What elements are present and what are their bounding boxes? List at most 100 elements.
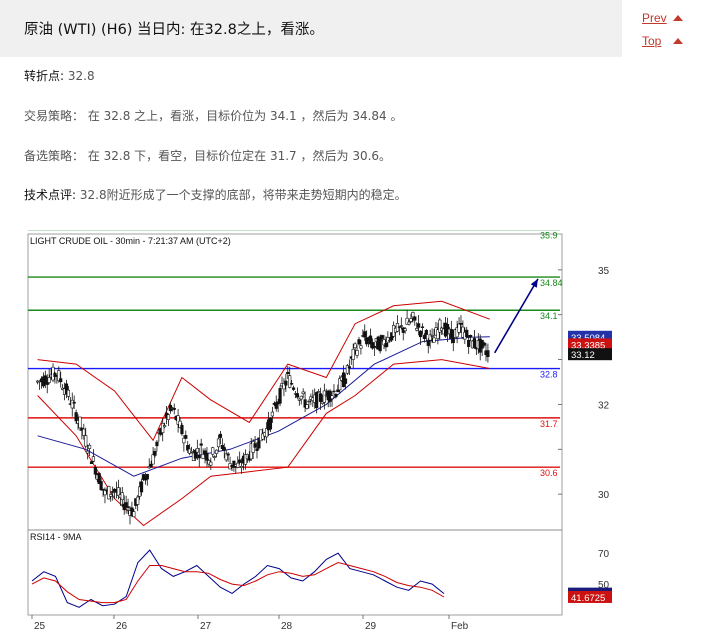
candle-body (86, 450, 90, 454)
candle-body (59, 378, 63, 383)
x-tick-label: 28 (281, 621, 293, 632)
strategy-text: 交易策略： 在 32.8 之上，看涨，目标价位为 34.1 ，然后为 34.84… (24, 109, 403, 123)
candle-body (288, 375, 292, 388)
candle-body (355, 350, 359, 356)
candle-body (409, 318, 413, 322)
price-panel-frame (27, 233, 563, 531)
candle-body (136, 496, 140, 505)
candle-body (322, 390, 326, 403)
rsi-value-badge-label: 41.6725 (571, 593, 605, 604)
level-label: 34.1 (540, 311, 558, 321)
candle-body (457, 323, 461, 333)
candle-body (255, 448, 259, 451)
prev-arrow-icon[interactable] (673, 15, 683, 21)
top-arrow-icon[interactable] (673, 38, 683, 44)
candle-body (432, 337, 436, 343)
rsi-title: RSI14 - 9MA (30, 532, 82, 542)
candle-body (84, 435, 88, 447)
header-bar: 原油 (WTI) (H6) 当日内: 在32.8之上，看涨。 (0, 0, 622, 57)
x-tick-label: 25 (34, 621, 46, 632)
candle-body (111, 491, 115, 493)
value-badge-label: 33.12 (571, 350, 595, 361)
candle-body (468, 334, 473, 338)
candle-body (205, 452, 209, 461)
candle-body (353, 343, 357, 349)
candle-body (91, 456, 96, 462)
candle-body (284, 380, 288, 386)
candle-body (126, 506, 130, 508)
candle-body (315, 392, 319, 409)
candle-body (132, 511, 136, 518)
candle-body (372, 345, 376, 348)
candle-body (124, 502, 128, 507)
candle-body (214, 449, 219, 454)
candle-body (184, 435, 188, 439)
candle-body (145, 474, 149, 480)
pivot-line: 转折点: 32.8 (24, 67, 95, 84)
comment-line: 技术点评: 32.8附近形成了一个支撑的底部，将带来走势短期内的稳定。 (24, 186, 407, 203)
page-title: 原油 (WTI) (H6) 当日内: 在32.8之上，看涨。 (24, 22, 324, 38)
candle-body (418, 330, 423, 338)
candle-body (197, 455, 201, 459)
comment-text: 32.8附近形成了一个支撑的底部，将带来走势短期内的稳定。 (79, 188, 407, 202)
candle-body (407, 321, 411, 325)
candle-body (482, 342, 486, 346)
candle-body (99, 481, 103, 491)
candle-body (109, 494, 113, 497)
level-label: 35.9 (540, 231, 558, 241)
level-label: 30.6 (540, 468, 558, 478)
candle-body (82, 428, 86, 436)
candle-body (199, 443, 203, 446)
comment-label: 技术点评: (24, 188, 77, 202)
candle-body (290, 383, 294, 385)
moving-average-line (37, 336, 490, 477)
candle-body (307, 400, 311, 403)
candle-body (166, 414, 171, 420)
candle-body (351, 348, 355, 360)
candle-body (417, 323, 421, 328)
top-link[interactable]: Top (642, 34, 661, 48)
candle-body (89, 461, 94, 465)
candle-body (278, 388, 282, 404)
price-chart-title: LIGHT CRUDE OIL - 30min - 7:21:37 AM (UT… (30, 236, 231, 246)
chart-area: LIGHT CRUDE OIL - 30min - 7:21:37 AM (UT… (0, 228, 707, 640)
candle-body (211, 447, 215, 455)
candle-body (403, 328, 407, 332)
candle-body (47, 377, 51, 383)
rsi-tick-label: 70 (598, 549, 610, 560)
candle-body (120, 492, 124, 500)
candle-body (305, 404, 309, 409)
candle-body (213, 456, 217, 458)
candle-body (411, 312, 415, 318)
candle-body (101, 488, 105, 491)
candle-body (422, 334, 427, 339)
candle-body (195, 448, 199, 453)
candle-body (209, 461, 213, 466)
candle-body (236, 462, 240, 468)
candle-body (163, 425, 167, 428)
candle-body (66, 389, 71, 397)
candle-body (45, 382, 49, 385)
candle-body (465, 329, 469, 338)
candle-body (72, 401, 76, 404)
candle-body (420, 326, 425, 328)
candle-body (357, 339, 361, 345)
candle-body (139, 481, 144, 493)
x-tick-label: 29 (365, 621, 377, 632)
pivot-value: 32.8 (67, 69, 95, 83)
level-label: 34.84 (540, 278, 563, 288)
alternative-text: 备选策略： 在 32.8 下，看空，目标价位定在 31.7 ，然后为 30.6。 (24, 149, 392, 163)
candle-body (472, 338, 477, 348)
candle-body (149, 463, 153, 468)
candle-body (107, 486, 111, 500)
prev-link[interactable]: Prev (642, 11, 667, 25)
candle-body (359, 345, 363, 349)
rsi-series-line (31, 561, 445, 604)
candle-body (334, 393, 338, 398)
candle-body (415, 328, 419, 331)
y-tick-label: 30 (598, 490, 610, 501)
candle-body (295, 393, 300, 398)
candle-body (413, 316, 417, 321)
candle-body (380, 335, 384, 339)
candle-body (155, 441, 159, 447)
